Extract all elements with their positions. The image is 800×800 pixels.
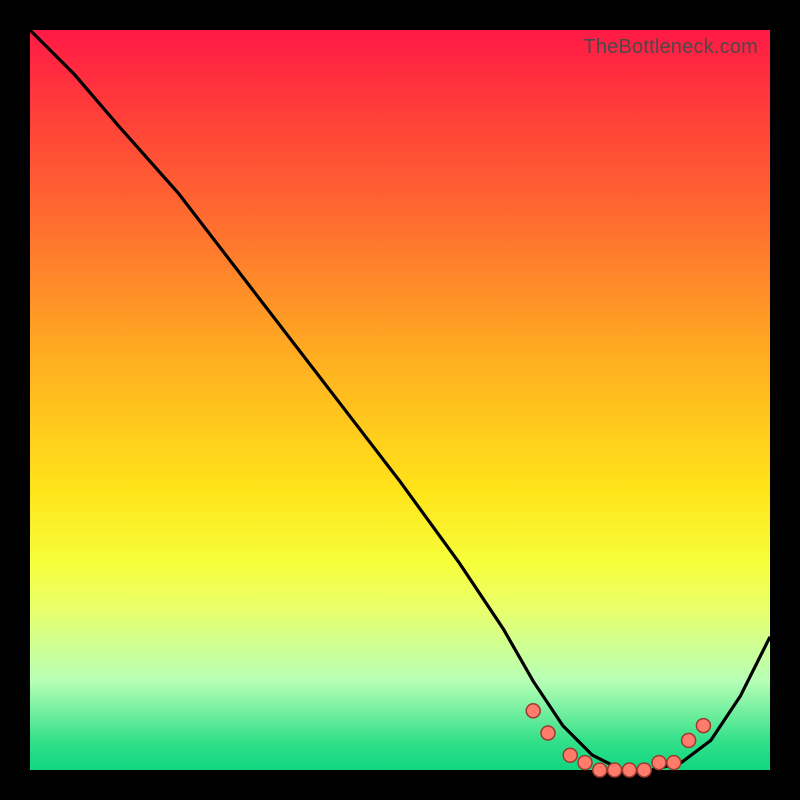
highlight-dot [578,756,592,770]
highlight-dot [696,719,710,733]
highlight-dot [526,704,540,718]
highlight-dot [637,763,651,777]
highlight-dot [563,748,577,762]
highlight-dot [608,763,622,777]
highlight-dot [593,763,607,777]
highlight-dot [667,756,681,770]
bottleneck-curve [30,30,770,770]
highlight-dot [541,726,555,740]
highlight-dot [682,733,696,747]
highlight-dot [652,756,666,770]
highlight-dot [622,763,636,777]
curve-layer [30,30,770,770]
plot-area: TheBottleneck.com [30,30,770,770]
chart-root: TheBottleneck.com [0,0,800,800]
